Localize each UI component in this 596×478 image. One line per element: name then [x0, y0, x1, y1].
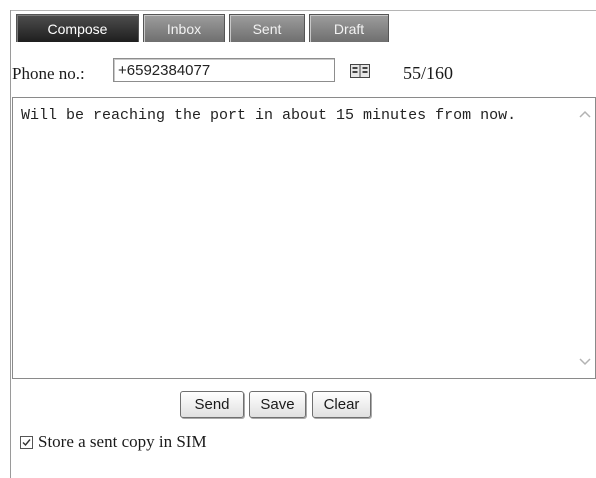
send-button[interactable]: Send — [180, 391, 244, 418]
tab-bar: Compose Inbox Sent Draft — [16, 12, 389, 42]
scroll-up-arrow-icon[interactable] — [577, 106, 593, 122]
tab-inbox[interactable]: Inbox — [143, 14, 225, 42]
phone-number-input[interactable] — [113, 58, 335, 82]
tab-sent[interactable]: Sent — [229, 14, 305, 42]
tab-compose[interactable]: Compose — [16, 14, 139, 42]
sms-composer-window: Compose Inbox Sent Draft Phone no.: 55/1… — [0, 0, 596, 478]
tab-draft[interactable]: Draft — [309, 14, 389, 42]
address-book-icon[interactable] — [350, 64, 370, 78]
store-copy-label: Store a sent copy in SIM — [38, 432, 207, 451]
window-left-border — [10, 10, 11, 478]
message-box: Will be reaching the port in about 15 mi… — [12, 97, 596, 379]
message-scrollbar[interactable] — [575, 98, 595, 378]
character-counter: 55/160 — [403, 63, 454, 83]
window-top-border — [10, 10, 596, 11]
message-textarea[interactable]: Will be reaching the port in about 15 mi… — [13, 98, 575, 378]
checkmark-icon — [22, 438, 31, 446]
phone-number-label: Phone no.: — [12, 64, 85, 83]
store-copy-checkbox[interactable] — [20, 435, 33, 449]
store-copy-option[interactable]: Store a sent copy in SIM — [20, 432, 207, 452]
scroll-down-arrow-icon[interactable] — [577, 354, 593, 370]
save-button[interactable]: Save — [249, 391, 306, 418]
clear-button[interactable]: Clear — [312, 391, 371, 418]
